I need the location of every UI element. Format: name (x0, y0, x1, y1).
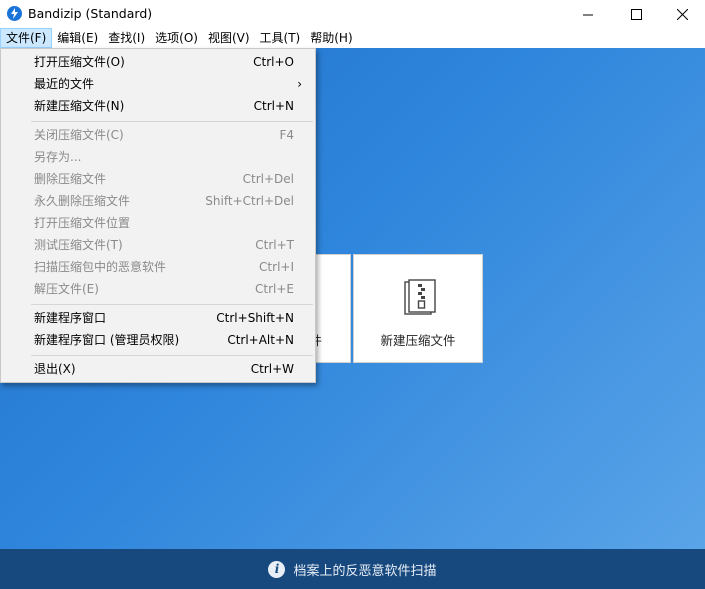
minimize-icon (582, 14, 593, 15)
menu-item-save-as[interactable]: 另存为... (2, 146, 314, 168)
maximize-button[interactable] (613, 0, 659, 28)
menu-item-label: 扫描压缩包中的恶意软件 (34, 260, 167, 274)
menu-item-label: 最近的文件 (34, 77, 95, 91)
menu-item-label: 永久删除压缩文件 (34, 194, 131, 208)
menu-item-exit[interactable]: 退出(X) Ctrl+W (2, 358, 314, 380)
menu-item-test-archive[interactable]: 测试压缩文件(T) Ctrl+T (2, 234, 314, 256)
bandizip-logo-icon (7, 6, 22, 21)
menu-item-shortcut: Ctrl+Alt+N (227, 333, 294, 347)
menu-item-label: 测试压缩文件(T) (34, 238, 123, 252)
menu-item-shortcut: Ctrl+W (250, 362, 294, 376)
menu-item-shortcut: Ctrl+I (259, 260, 294, 274)
new-archive-card[interactable]: 新建压缩文件 (353, 254, 483, 363)
close-icon (676, 8, 688, 20)
menu-item-label: 新建程序窗口 (34, 311, 107, 325)
menu-item-permanent-delete[interactable]: 永久删除压缩文件 Shift+Ctrl+Del (2, 190, 314, 212)
menu-item-label: 另存为... (34, 150, 82, 164)
menu-item-scan-malware[interactable]: 扫描压缩包中的恶意软件 Ctrl+I (2, 256, 314, 278)
menu-options[interactable]: 选项(O) (150, 28, 203, 48)
file-menu-dropdown: 打开压缩文件(O) Ctrl+O 最近的文件 › 新建压缩文件(N) Ctrl+… (0, 48, 316, 383)
menu-file[interactable]: 文件(F) (0, 28, 53, 48)
menu-item-new-window[interactable]: 新建程序窗口 Ctrl+Shift+N (2, 307, 314, 329)
menu-item-shortcut: F4 (279, 128, 294, 142)
menu-separator (31, 355, 313, 356)
menu-item-shortcut: Ctrl+Shift+N (216, 311, 294, 325)
menu-item-open-location[interactable]: 打开压缩文件位置 (2, 212, 314, 234)
menu-item-label: 删除压缩文件 (34, 172, 107, 186)
menu-bar: 文件(F) 编辑(E) 查找(I) 选项(O) 视图(V) 工具(T) 帮助(H… (0, 28, 705, 48)
menu-edit[interactable]: 编辑(E) (52, 28, 103, 48)
malware-scan-label: 档案上的反恶意软件扫描 (293, 563, 437, 579)
window-title: Bandizip (Standard) (28, 6, 153, 21)
menu-help[interactable]: 帮助(H) (305, 28, 357, 48)
menu-item-label: 新建压缩文件(N) (34, 99, 125, 113)
menu-tools[interactable]: 工具(T) (255, 28, 306, 48)
menu-separator (31, 304, 313, 305)
menu-item-shortcut: Ctrl+N (253, 99, 294, 113)
menu-item-new-archive[interactable]: 新建压缩文件(N) Ctrl+N (2, 95, 314, 117)
card-label: 新建压缩文件 (380, 333, 456, 348)
menu-item-label: 新建程序窗口 (管理员权限) (34, 333, 180, 347)
menu-item-shortcut: Ctrl+O (253, 55, 294, 69)
menu-item-shortcut: Ctrl+T (255, 238, 294, 252)
malware-scan-bar[interactable]: i 档案上的反恶意软件扫描 (0, 549, 705, 589)
menu-item-label: 解压文件(E) (34, 282, 99, 296)
title-bar: Bandizip (Standard) (0, 0, 705, 28)
menu-item-new-window-admin[interactable]: 新建程序窗口 (管理员权限) Ctrl+Alt+N (2, 329, 314, 351)
menu-item-label: 打开压缩文件(O) (34, 55, 125, 69)
menu-item-close-archive[interactable]: 关闭压缩文件(C) F4 (2, 124, 314, 146)
info-icon: i (268, 560, 286, 578)
menu-item-recent-files[interactable]: 最近的文件 › (2, 73, 314, 95)
close-button[interactable] (659, 0, 705, 28)
menu-separator (31, 121, 313, 122)
menu-item-label: 打开压缩文件位置 (34, 216, 131, 230)
menu-item-open-archive[interactable]: 打开压缩文件(O) Ctrl+O (2, 51, 314, 73)
menu-find[interactable]: 查找(I) (103, 28, 150, 48)
menu-view[interactable]: 视图(V) (203, 28, 255, 48)
submenu-arrow-icon: › (297, 77, 302, 91)
menu-item-delete-archive[interactable]: 删除压缩文件 Ctrl+Del (2, 168, 314, 190)
minimize-button[interactable] (565, 0, 611, 28)
menu-item-extract[interactable]: 解压文件(E) Ctrl+E (2, 278, 314, 300)
menu-item-shortcut: Shift+Ctrl+Del (205, 194, 294, 208)
menu-item-label: 关闭压缩文件(C) (34, 128, 124, 142)
maximize-icon (630, 8, 642, 20)
zip-archive-icon (404, 279, 436, 315)
menu-item-shortcut: Ctrl+Del (242, 172, 294, 186)
menu-item-label: 退出(X) (34, 362, 76, 376)
menu-item-shortcut: Ctrl+E (255, 282, 294, 296)
